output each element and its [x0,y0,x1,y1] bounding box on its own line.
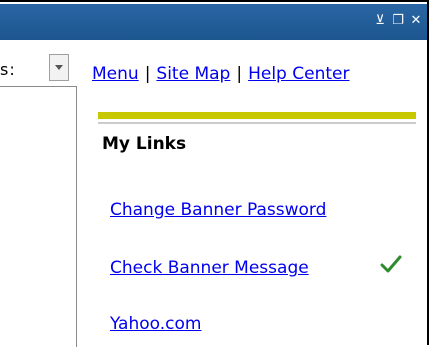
menu-link[interactable]: Menu [92,64,139,84]
close-icon[interactable]: ✕ [409,14,423,28]
minimize-icon[interactable]: ⊻ [373,14,387,28]
dropdown-button[interactable] [49,54,69,81]
restore-icon[interactable]: ❐ [391,14,405,28]
check-banner-message-link[interactable]: Check Banner Message [110,258,309,278]
divider [98,122,416,124]
left-panel [0,86,77,347]
top-navigation: Menu | Site Map | Help Center [92,64,349,84]
my-links-heading: My Links [102,134,187,154]
window-controls: ⊻ ❐ ✕ [373,14,423,28]
site-map-link[interactable]: Site Map [156,64,230,84]
title-bar: ⊻ ❐ ✕ [0,4,427,40]
yahoo-link[interactable]: Yahoo.com [110,314,201,334]
separator: | [236,64,243,84]
separator: | [144,64,151,84]
portlet-window: ⊻ ❐ ✕ s: Menu | Site Map | Help Center My Li… [0,0,429,347]
left-field-label: s: [0,60,16,79]
change-banner-password-link[interactable]: Change Banner Password [110,200,326,220]
help-center-link[interactable]: Help Center [248,64,349,84]
green-checkmark-icon [380,255,402,273]
accent-bar [98,112,416,119]
